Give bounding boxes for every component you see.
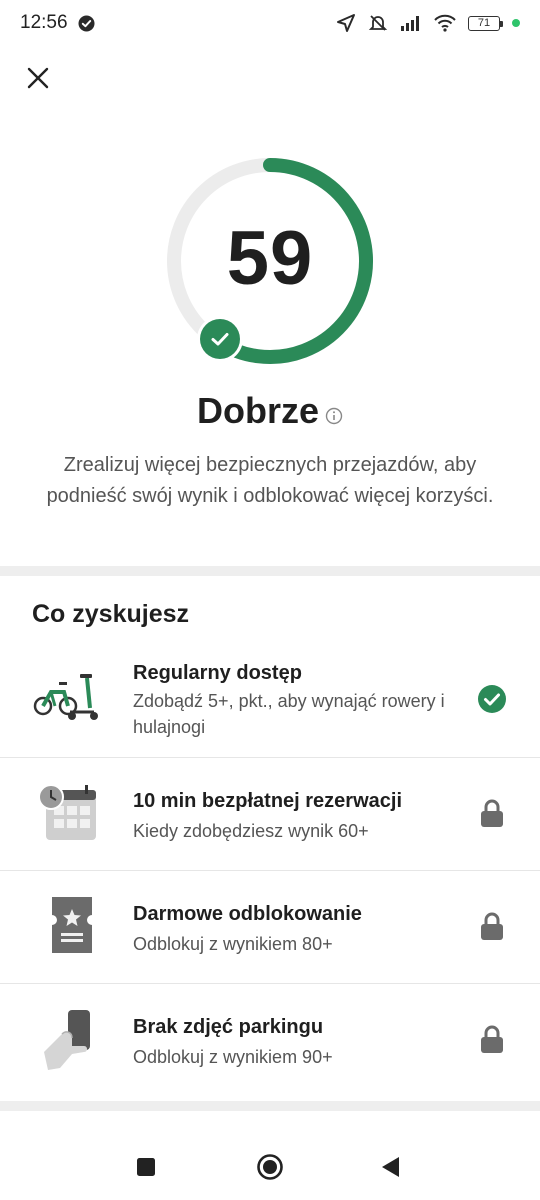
- close-button[interactable]: [22, 62, 54, 94]
- benefit-title: Darmowe odblokowanie: [133, 903, 362, 925]
- check-circle-icon: [200, 319, 240, 359]
- status-left: 12:56: [20, 12, 95, 34]
- benefit-title: Regularny dostęp: [133, 662, 302, 684]
- signal-icon: [400, 15, 422, 31]
- battery-icon: 71: [468, 15, 503, 31]
- benefit-description: Odblokuj z wynikiem 80+: [133, 934, 333, 954]
- lock-icon: [477, 911, 507, 941]
- section-divider: [0, 566, 540, 576]
- battery-level: 71: [477, 17, 491, 29]
- location-arrow-icon: [336, 13, 356, 33]
- rating-row: Dobrze: [0, 390, 540, 432]
- benefit-title: Brak zdjęć parkingu: [133, 1016, 324, 1038]
- score-gauge: 59: [164, 155, 376, 367]
- back-button[interactable]: [373, 1150, 407, 1184]
- benefit-title: 10 min bezpłatnej rezerwacji: [133, 790, 402, 812]
- benefit-description: Kiedy zdobędziesz wynik 60+: [133, 821, 369, 841]
- lock-icon: [477, 1024, 507, 1054]
- status-right: 71: [336, 13, 520, 33]
- status-bar: 12:56 71: [0, 0, 540, 46]
- back-triangle-icon: [382, 1157, 399, 1177]
- score-badge: [197, 316, 243, 362]
- score-description: Zrealizuj więcej bezpiecznych przejazdów…: [46, 454, 494, 507]
- green-dot-icon: [512, 19, 520, 27]
- hand-phone-icon: [32, 1006, 102, 1076]
- bell-muted-icon: [368, 13, 388, 33]
- benefit-description: Zdobądź 5+, pkt., aby wynająć rowery i h…: [133, 691, 445, 737]
- lock-icon: [477, 798, 507, 828]
- recents-square-icon: [137, 1158, 155, 1176]
- clock: 12:56: [20, 12, 68, 33]
- check-circle-icon: [78, 15, 95, 32]
- home-circle-icon: [257, 1154, 283, 1180]
- bike-scooter-icon: [32, 664, 102, 734]
- wifi-icon: [434, 14, 456, 32]
- benefit-description: Odblokuj z wynikiem 90+: [133, 1047, 333, 1067]
- info-icon[interactable]: [325, 407, 343, 425]
- home-button[interactable]: [253, 1150, 287, 1184]
- check-circle-icon: [477, 684, 507, 714]
- score-value: 59: [226, 215, 314, 301]
- benefit-item-free-unlock[interactable]: Darmowe odblokowanie Odblokuj z wynikiem…: [0, 871, 540, 983]
- section-divider: [0, 1101, 540, 1111]
- benefit-item-no-parking-photos[interactable]: Brak zdjęć parkingu Odblokuj z wynikiem …: [0, 984, 540, 1100]
- benefit-item-regular-access[interactable]: Regularny dostęp Zdobądź 5+, pkt., aby w…: [0, 650, 540, 756]
- section-title: Co zyskujesz: [32, 600, 190, 628]
- calendar-clock-icon: [32, 780, 102, 850]
- rating-label: Dobrze: [196, 390, 319, 431]
- benefit-item-free-reservation[interactable]: 10 min bezpłatnej rezerwacji Kiedy zdobę…: [0, 758, 540, 870]
- close-icon: [27, 67, 49, 89]
- ticket-star-icon: [32, 893, 102, 963]
- recents-button[interactable]: [129, 1150, 163, 1184]
